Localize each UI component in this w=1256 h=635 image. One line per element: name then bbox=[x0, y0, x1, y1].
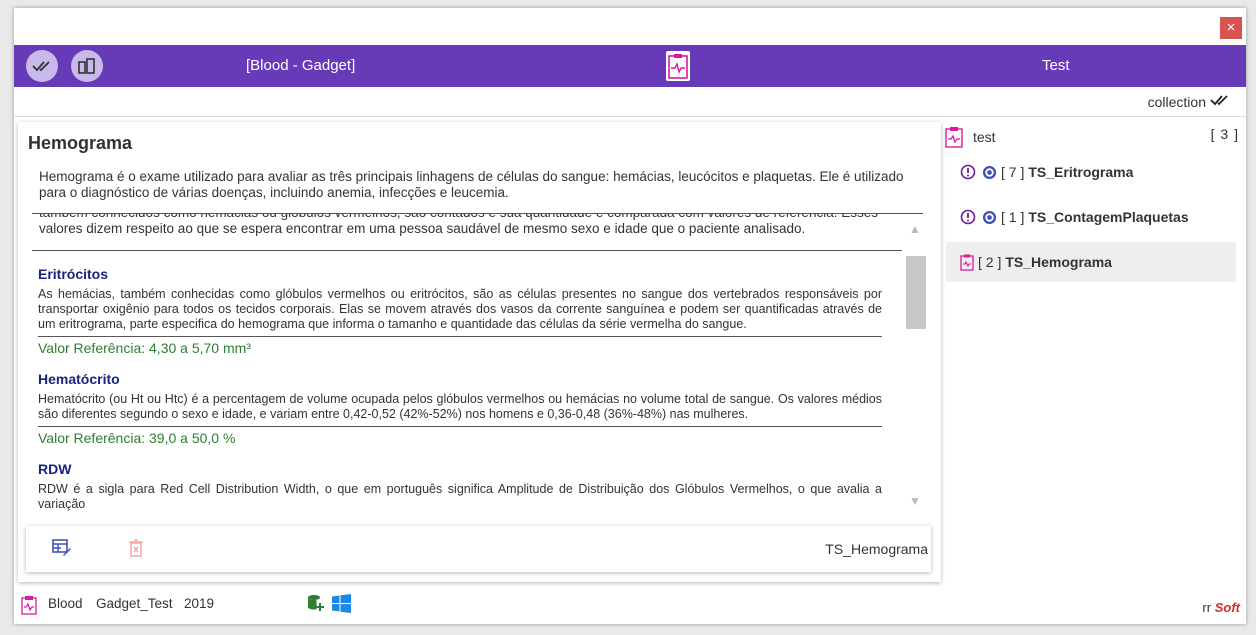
section-reference: Valor Referência: 4,30 a 5,70 mm³ bbox=[38, 340, 251, 356]
section-text: As hemácias, também conhecidas como glób… bbox=[38, 287, 882, 331]
item-number: [ 1 ] bbox=[1001, 209, 1025, 225]
delete-icon[interactable] bbox=[128, 539, 144, 557]
double-check-icon[interactable] bbox=[1210, 93, 1230, 107]
brand-logo: rr Soft bbox=[1202, 600, 1240, 615]
scroll-up-icon[interactable]: ▲ bbox=[906, 220, 924, 238]
app-window: × [Blood - Gadget] Test collection Hemog… bbox=[14, 8, 1246, 624]
check-all-button[interactable] bbox=[26, 50, 58, 82]
item-name: TS_ContagemPlaquetas bbox=[1028, 209, 1189, 225]
status-bar: Blood Gadget_Test 2019 rr Soft bbox=[14, 592, 1246, 624]
database-add-icon[interactable] bbox=[307, 594, 325, 612]
right-panel-count: [ 3 ] bbox=[1210, 126, 1239, 142]
section-rdw: RDW RDW é a sigla para Red Cell Distribu… bbox=[32, 461, 882, 512]
alert-icon bbox=[960, 164, 976, 180]
intro-text: também conhecidos como hemácias ou glóbu… bbox=[39, 214, 878, 236]
section-title: Eritrócitos bbox=[38, 266, 109, 282]
vertical-scrollbar[interactable]: ▲ ▼ bbox=[904, 220, 926, 520]
status-project: Gadget_Test bbox=[96, 596, 173, 611]
close-button[interactable]: × bbox=[1220, 17, 1242, 39]
clipboard-pulse-icon bbox=[666, 51, 690, 81]
scrollbar-thumb[interactable] bbox=[906, 256, 926, 329]
list-item-contagemplaquetas[interactable]: [ 1 ] TS_ContagemPlaquetas bbox=[946, 197, 1236, 237]
status-year: 2019 bbox=[184, 596, 215, 611]
clipboard-pulse-icon bbox=[945, 127, 963, 148]
header-right-label: Test bbox=[1042, 57, 1070, 74]
footer-item-name: TS_Hemograma bbox=[825, 541, 928, 557]
collection-bar: collection bbox=[14, 87, 1246, 117]
target-icon bbox=[982, 210, 997, 224]
detail-card: Hemograma Hemograma é o exame utilizado … bbox=[18, 122, 941, 582]
section-text: Hematócrito (ou Ht ou Htc) é a percentag… bbox=[38, 392, 882, 421]
scroll-down-icon[interactable]: ▼ bbox=[906, 492, 924, 510]
divider bbox=[32, 250, 902, 251]
alert-icon bbox=[960, 209, 976, 225]
divider bbox=[38, 426, 882, 427]
section-hematocrito: Hematócrito Hematócrito (ou Ht ou Htc) é… bbox=[32, 371, 882, 446]
target-icon bbox=[982, 165, 997, 179]
clipboard-pulse-icon bbox=[960, 254, 974, 271]
collection-label[interactable]: collection bbox=[1148, 94, 1206, 110]
edit-table-icon[interactable] bbox=[52, 539, 72, 557]
item-number: [ 2 ] bbox=[978, 254, 1002, 270]
list-item-hemograma[interactable]: [ 2 ] TS_Hemograma bbox=[946, 242, 1236, 282]
brand-prefix: rr bbox=[1202, 600, 1212, 615]
app-title: [Blood - Gadget] bbox=[246, 57, 356, 74]
title-bar: × bbox=[14, 8, 1246, 45]
content-scroll-area[interactable]: também conhecidos como hemácias ou glóbu… bbox=[32, 214, 902, 514]
card-title: Hemograma bbox=[28, 133, 133, 153]
devices-button[interactable] bbox=[71, 50, 103, 82]
right-panel-label: test bbox=[973, 129, 996, 145]
item-number: [ 7 ] bbox=[1001, 164, 1025, 180]
right-panel-header: test [ 3 ] bbox=[944, 124, 1239, 150]
section-text: RDW é a sigla para Red Cell Distribution… bbox=[38, 482, 882, 511]
section-title: Hematócrito bbox=[38, 371, 120, 387]
section-title: RDW bbox=[38, 461, 72, 477]
divider bbox=[38, 336, 882, 337]
section-eritrocitos: Eritrócitos As hemácias, também conhecid… bbox=[32, 266, 882, 356]
item-name: TS_Hemograma bbox=[1005, 254, 1112, 270]
status-category: Blood bbox=[48, 596, 83, 611]
devices-icon bbox=[78, 58, 95, 74]
list-item-eritrograma[interactable]: [ 7 ] TS_Eritrograma bbox=[946, 152, 1236, 192]
clipboard-pulse-icon bbox=[21, 596, 37, 615]
card-description: Hemograma é o exame utilizado para avali… bbox=[39, 169, 904, 200]
section-reference: Valor Referência: 39,0 a 50,0 % bbox=[38, 430, 236, 446]
item-name: TS_Eritrograma bbox=[1028, 164, 1134, 180]
windows-icon[interactable] bbox=[332, 594, 351, 613]
card-footer: TS_Hemograma bbox=[26, 526, 931, 572]
brand-name: Soft bbox=[1214, 600, 1240, 615]
double-check-icon bbox=[32, 61, 50, 72]
app-header: [Blood - Gadget] Test bbox=[14, 45, 1246, 87]
